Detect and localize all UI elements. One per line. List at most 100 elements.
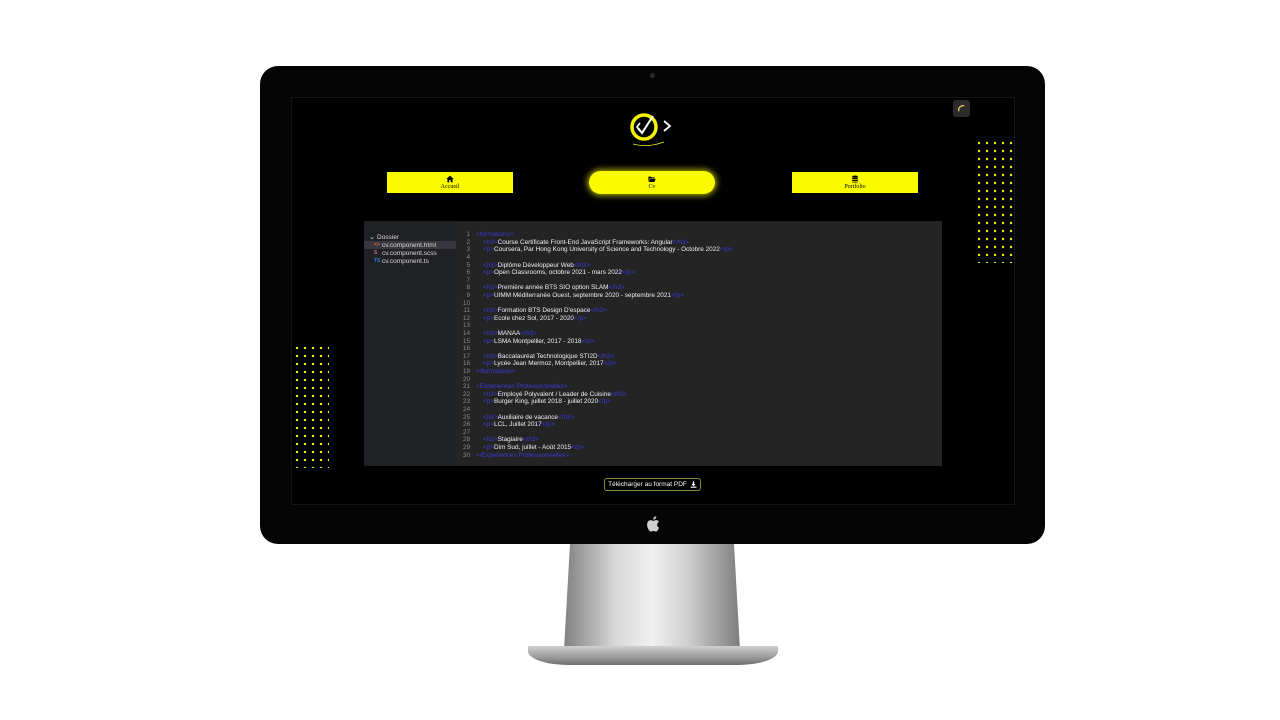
code-tag: <p> [483, 360, 495, 368]
file-row-scss[interactable]: S cv.component.scss [364, 249, 456, 257]
code-tag: </p> [603, 360, 617, 368]
code-text: LCL, Juillet 2017 [494, 421, 542, 429]
code-tag: </h3> [590, 307, 607, 315]
code-tag: <p> [483, 292, 495, 300]
code-tag: </formations> [476, 368, 516, 376]
code-line: 20 [456, 375, 476, 383]
code-line: 19 </formations> [456, 368, 515, 376]
theme-toggle-button[interactable] [953, 100, 970, 117]
nav-cv-button[interactable]: Cv [589, 171, 715, 194]
code-text: Burger King, juillet 2018 - juillet 2020 [494, 398, 599, 406]
download-icon [690, 481, 697, 488]
code-tag: </h3> [610, 390, 628, 398]
camera-dot [650, 73, 655, 78]
line-number: 3 [466, 246, 470, 254]
line-number: 4 [466, 254, 470, 262]
code-line: 24 [456, 406, 476, 414]
code-line: 15 <p>LSMA Montpellier, 2017 - 2018</p> [456, 337, 594, 345]
code-line: 29 <p>Dim Sud, juillet - Août 2015</p> [456, 444, 584, 452]
code-tag: <h3> [483, 261, 498, 269]
code-text: UIMM Méditerranée Ouest, septembre 2020 … [494, 292, 671, 300]
code-text: Dim Sud, juillet - Août 2015 [494, 444, 572, 452]
code-tag: </h3> [597, 352, 615, 360]
code-line: 8 <h3>Première année BTS SIO option SLAM<… [456, 284, 625, 292]
nav-cv-label: Cv [648, 184, 656, 190]
dots-decoration-right [975, 139, 1015, 263]
nav-portfolio-button[interactable]: Portfolio [792, 172, 918, 193]
code-tag: </p> [670, 292, 684, 300]
code-line: 1 <formations> [456, 231, 513, 239]
folder-row[interactable]: ⌄ Dossier [364, 233, 456, 242]
folder-open-icon [648, 176, 656, 183]
code-line: 4 [456, 254, 476, 262]
code-text: Course Certificate Front-End JavaScript … [497, 238, 673, 246]
code-line: 2 <h3>Course Certificate Front-End JavaSc… [456, 239, 689, 247]
code-content: <p>Open Classrooms, octobre 2021 - mars … [476, 269, 635, 276]
code-text: MANAA [497, 330, 521, 338]
code-line: 7 [456, 277, 476, 285]
file-row-ts[interactable]: TS cv.component.ts [364, 257, 456, 265]
code-line: 3 <p>Coursera, Par Hong Kong University o… [456, 246, 733, 254]
code-content: <p>UIMM Méditerranée Ouest, septembre 20… [476, 292, 684, 299]
file-name: cv.component.ts [382, 257, 429, 265]
code-tag: <p> [483, 421, 495, 429]
code-tag: <Experiences Professionnelles> [476, 383, 568, 391]
code-tag: <h3> [483, 284, 498, 292]
code-tag: </p> [621, 269, 635, 277]
code-tag: </p> [573, 314, 587, 322]
line-number: 25 [462, 413, 470, 421]
nav-home-button[interactable]: Accueil [387, 172, 513, 193]
ts-file-icon: TS [374, 258, 381, 264]
code-tag: <p> [483, 269, 495, 277]
code-content: <p>Lycée Jean Mermoz, Montpellier, 2017<… [476, 360, 616, 367]
code-content: <h3>Formation BTS Design D'espace</h3> [476, 307, 607, 314]
code-content: <p>Burger King, juillet 2018 - juillet 2… [476, 398, 611, 405]
code-text: Stagiaire [497, 436, 523, 444]
line-number: 22 [462, 390, 470, 398]
code-tag: </h3> [672, 238, 690, 246]
code-line: 9 <p>UIMM Méditerranée Ouest, septembre 2… [456, 292, 684, 300]
code-content: <h3>Stagiaire</h3> [476, 436, 539, 443]
code-tag: </h3> [573, 261, 591, 269]
line-number: 15 [462, 337, 470, 345]
code-text: LSMA Montpellier, 2017 - 2018 [494, 337, 582, 345]
line-number: 24 [462, 406, 470, 414]
code-line: 22 <h3>Employé Polyvalent / Leader de Cui… [456, 391, 627, 399]
line-number: 13 [462, 322, 470, 330]
code-content: </formations> [476, 368, 515, 375]
line-number: 1 [466, 231, 470, 239]
monitor-stand-base [528, 646, 778, 665]
code-content: <p>LSMA Montpellier, 2017 - 2018</p> [476, 338, 594, 345]
code-tag: </p> [541, 421, 555, 429]
code-content: </Experiences Professionnelles> [476, 452, 569, 459]
code-tag: </p> [571, 444, 584, 452]
code-line: 11 <h3>Formation BTS Design D'espace</h3> [456, 307, 607, 315]
code-text: Ecole chez Sol, 2017 - 2020 [494, 314, 574, 322]
home-icon [446, 175, 454, 183]
line-number: 12 [462, 314, 470, 322]
mockup-stage: Accueil Cv Portfolio ⌄ Dossier <> cv.com… [0, 0, 1280, 720]
download-pdf-button[interactable]: Télécharger au format PDF [604, 478, 701, 491]
moon-icon [958, 105, 965, 112]
code-content: <p>LCL, Juillet 2017</p> [476, 421, 554, 428]
code-text: Baccalauréat Technologique STI2D [497, 352, 598, 360]
code-line: 21 <Experiences Professionnelles> [456, 383, 567, 391]
line-number: 16 [462, 345, 470, 353]
file-row-html[interactable]: <> cv.component.html [364, 241, 456, 249]
code-content: <h3>Première année BTS SIO option SLAM</… [476, 284, 625, 291]
database-icon [852, 175, 858, 183]
line-number: 9 [466, 292, 470, 300]
line-number: 2 [466, 238, 470, 246]
code-line: 25 <h3>Auxiliaire de vacance</h3> [456, 413, 574, 421]
code-content: <p>Dim Sud, juillet - Août 2015</p> [476, 444, 584, 451]
folder-label: Dossier [377, 233, 400, 241]
code-tag: <h3> [483, 238, 498, 246]
code-line: 5 <h3>Diplôme Développeur Web</h3> [456, 261, 590, 269]
code-line: 30 </Experiences Professionnelles> [456, 451, 569, 459]
line-number: 27 [462, 428, 470, 436]
code-line: 12 <p>Ecole chez Sol, 2017 - 2020</p> [456, 315, 587, 323]
nav-home-label: Accueil [440, 184, 460, 190]
code-tag: <h3> [483, 436, 498, 444]
code-tag: </p> [719, 246, 733, 254]
code-tag: </h3> [557, 413, 575, 421]
